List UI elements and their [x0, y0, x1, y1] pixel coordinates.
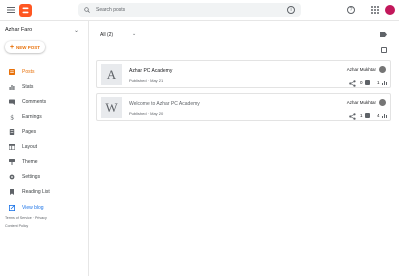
author-avatar	[379, 99, 386, 106]
plus-icon: +	[9, 43, 15, 51]
footer-links-row-1[interactable]: Terms of Service · Privacy	[5, 216, 47, 220]
sidebar-item-layout[interactable]: Layout	[0, 141, 88, 153]
sidebar-item-label: Pages	[22, 129, 37, 135]
sidebar-item-comments[interactable]: Comments	[0, 96, 88, 108]
post-thumbnail: W	[101, 97, 122, 118]
post-title[interactable]: Azhar PC Academy	[129, 68, 172, 74]
search-icon	[84, 7, 90, 13]
reading-list-icon	[10, 189, 14, 195]
sidebar-item-label: Posts	[22, 69, 35, 75]
post-row[interactable]: A Azhar PC Academy Published · May 21 Az…	[96, 60, 391, 88]
select-all-checkbox[interactable]	[381, 47, 387, 53]
chevron-down-icon[interactable]: ⌄	[132, 31, 136, 37]
post-status: Published · May 20	[129, 111, 164, 116]
pages-icon	[9, 129, 15, 135]
new-post-button[interactable]: + NEW POST	[5, 41, 45, 53]
comment-icon	[365, 113, 370, 118]
sidebar-item-label: Theme	[22, 159, 38, 165]
search-bar[interactable]: Search posts i	[78, 3, 301, 17]
view-blog-link[interactable]: View blog	[0, 202, 88, 214]
post-filter-dropdown[interactable]: All (2)	[100, 32, 113, 38]
sidebar-item-label: Comments	[22, 99, 47, 105]
blog-selector[interactable]: Azhar Faro	[5, 27, 32, 33]
sidebar-item-reading-list[interactable]: Reading List	[0, 186, 88, 198]
blogger-logo[interactable]	[19, 4, 32, 17]
chevron-down-icon[interactable]: ⌄	[74, 27, 79, 34]
comment-icon	[365, 80, 370, 85]
share-icon[interactable]	[349, 80, 356, 87]
posts-icon	[9, 69, 15, 75]
sidebar-item-label: Reading List	[22, 189, 50, 195]
comment-count: 0	[360, 80, 363, 85]
post-thumbnail: A	[101, 64, 122, 85]
view-count: 4	[377, 113, 380, 118]
sidebar-item-earnings[interactable]: $ Earnings	[0, 111, 88, 123]
sidebar-item-pages[interactable]: Pages	[0, 126, 88, 138]
label-icon[interactable]	[380, 32, 387, 37]
layout-icon	[9, 144, 15, 150]
sidebar-item-theme[interactable]: Theme	[0, 156, 88, 168]
settings-gear-icon	[9, 174, 15, 180]
help-icon[interactable]: ?	[347, 6, 355, 14]
theme-icon	[9, 159, 15, 165]
share-icon[interactable]	[349, 113, 356, 120]
view-blog-label: View blog	[22, 205, 44, 211]
post-row[interactable]: W Welcome to Azhar PC Academy Published …	[96, 93, 391, 121]
view-count: 1	[377, 80, 380, 85]
sidebar-item-label: Layout	[22, 144, 38, 150]
post-author: Azhar Mukhtar	[346, 67, 376, 72]
sidebar-item-label: Settings	[22, 174, 41, 180]
stats-icon	[9, 85, 15, 90]
search-input[interactable]: Search posts	[96, 7, 125, 13]
sidebar-item-label: Earnings	[22, 114, 42, 120]
new-post-label: NEW POST	[16, 44, 41, 50]
views-chart-icon	[382, 114, 387, 118]
top-bar: Search posts i ?	[0, 0, 399, 21]
post-status: Published · May 21	[129, 78, 164, 83]
sidebar: Azhar Faro ⌄ + NEW POST Posts Stats Comm…	[0, 21, 89, 276]
hamburger-menu-icon[interactable]	[7, 6, 15, 14]
views-chart-icon	[382, 81, 387, 85]
earnings-icon: $	[10, 115, 14, 121]
account-avatar[interactable]	[385, 5, 395, 15]
post-title[interactable]: Welcome to Azhar PC Academy	[129, 101, 200, 107]
sidebar-item-label: Stats	[22, 84, 34, 90]
post-author: Azhar Mukhtar	[346, 100, 376, 105]
author-avatar	[379, 66, 386, 73]
apps-grid-icon[interactable]	[371, 6, 379, 14]
open-external-icon	[9, 205, 15, 211]
comments-icon	[9, 99, 15, 105]
info-icon[interactable]: i	[287, 6, 295, 14]
comment-count: 1	[360, 113, 363, 118]
content-policy-link[interactable]: Content Policy	[5, 224, 28, 228]
sidebar-item-posts[interactable]: Posts	[0, 66, 88, 78]
svg-text:$: $	[10, 115, 14, 121]
sidebar-item-stats[interactable]: Stats	[0, 81, 88, 93]
sidebar-item-settings[interactable]: Settings	[0, 171, 88, 183]
